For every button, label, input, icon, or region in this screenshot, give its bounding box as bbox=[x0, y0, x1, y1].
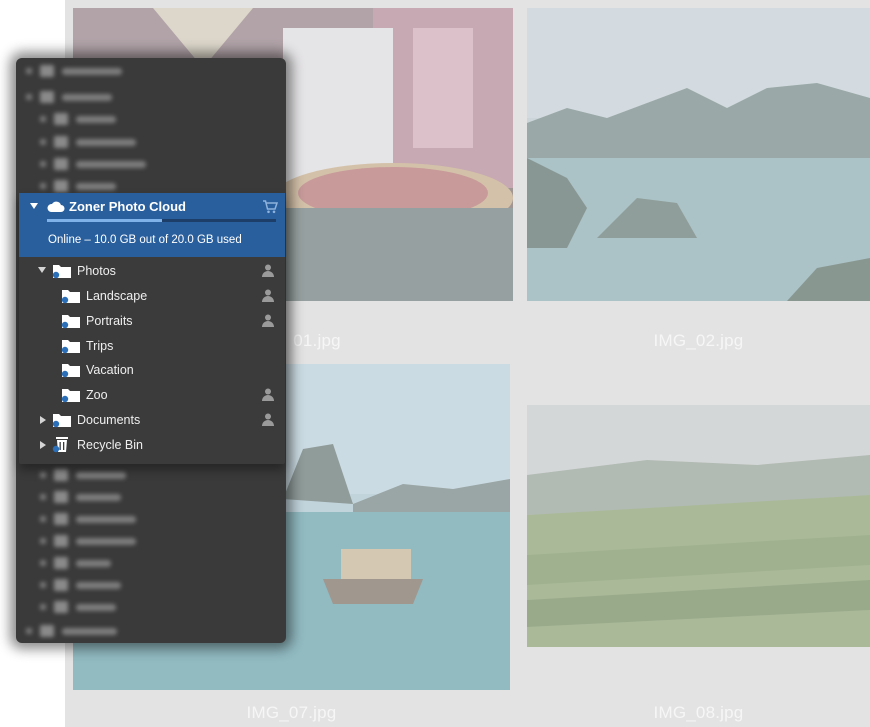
shopping-cart-icon[interactable] bbox=[262, 199, 278, 214]
cloud-folder-icon bbox=[52, 414, 71, 428]
tree-item-label: Portraits bbox=[86, 314, 133, 328]
storage-status: Online – 10.0 GB out of 20.0 GB used bbox=[48, 234, 242, 246]
shared-user-icon bbox=[262, 413, 274, 426]
storage-usage-bar bbox=[47, 219, 276, 222]
tree-item-label: Trips bbox=[86, 339, 114, 353]
cloud-icon bbox=[47, 201, 65, 212]
tree-item-zoo[interactable]: Zoo bbox=[19, 383, 285, 407]
shared-user-icon bbox=[262, 289, 274, 302]
recycle-bin-icon bbox=[52, 437, 68, 453]
tree-item-label: Documents bbox=[77, 413, 141, 427]
cloud-title: Zoner Photo Cloud bbox=[69, 199, 186, 214]
tree-item-photos[interactable]: Photos bbox=[19, 259, 285, 283]
thumbnail-caption: IMG_07.jpg bbox=[246, 703, 337, 722]
thumbnail-img-08[interactable] bbox=[527, 405, 870, 647]
expand-arrow-icon[interactable] bbox=[30, 203, 38, 209]
thumbnail-caption: IMG_08.jpg bbox=[653, 703, 744, 722]
tree-item-label: Recycle Bin bbox=[77, 438, 143, 452]
cloud-folder-icon bbox=[61, 389, 80, 403]
tree-item-label: Zoo bbox=[86, 388, 108, 402]
tree-item-vacation[interactable]: Vacation bbox=[19, 358, 285, 382]
expand-arrow-icon[interactable] bbox=[40, 416, 46, 424]
tree-item-documents[interactable]: Documents bbox=[19, 408, 285, 432]
tree-item-label: Vacation bbox=[86, 363, 134, 377]
collapse-arrow-icon[interactable] bbox=[38, 267, 46, 273]
cloud-folder-icon bbox=[52, 265, 71, 279]
thumbnail-img-02[interactable] bbox=[527, 8, 870, 301]
cloud-folder-icon bbox=[61, 364, 80, 378]
tree-item-landscape[interactable]: Landscape bbox=[19, 284, 285, 308]
cloud-folder-icon bbox=[61, 315, 80, 329]
zoner-photo-cloud-panel: Zoner Photo Cloud Online – 10.0 GB out o… bbox=[19, 193, 285, 464]
tree-item-recycle-bin[interactable]: Recycle Bin bbox=[19, 433, 285, 457]
tree-item-trips[interactable]: Trips bbox=[19, 334, 285, 358]
tree-item-label: Photos bbox=[77, 264, 116, 278]
cloud-folder-icon bbox=[61, 340, 80, 354]
shared-user-icon bbox=[262, 388, 274, 401]
thumbnail-caption: 01.jpg bbox=[293, 331, 341, 350]
thumbnail-caption: IMG_02.jpg bbox=[653, 331, 744, 350]
shared-user-icon bbox=[262, 314, 274, 327]
tree-item-label: Landscape bbox=[86, 289, 148, 303]
cloud-folder-icon bbox=[61, 290, 80, 304]
shared-user-icon bbox=[262, 264, 274, 277]
cloud-header[interactable]: Zoner Photo Cloud Online – 10.0 GB out o… bbox=[19, 193, 285, 257]
expand-arrow-icon[interactable] bbox=[40, 441, 46, 449]
tree-item-portraits[interactable]: Portraits bbox=[19, 309, 285, 333]
